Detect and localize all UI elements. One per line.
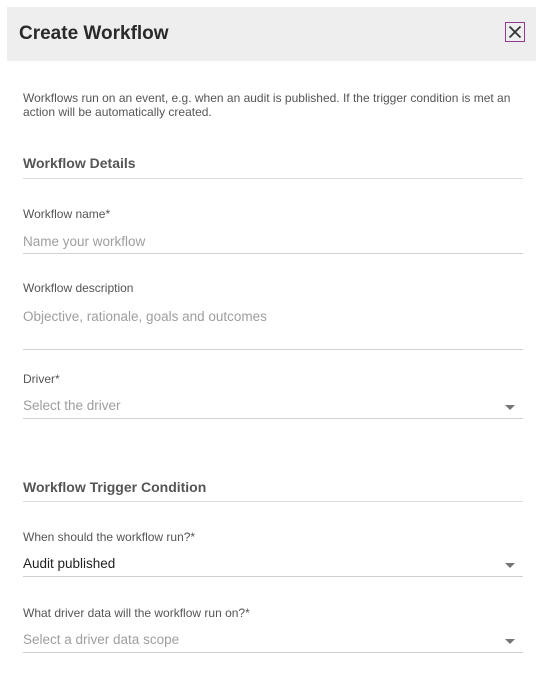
driver-data-select[interactable]: Select a driver data scope: [23, 630, 523, 652]
dialog-title: Create Workflow: [19, 23, 169, 44]
section-title-workflow-details: Workflow Details: [23, 155, 136, 171]
driver-data-label: What driver data will the workflow run o…: [23, 606, 250, 620]
when-run-underline: [23, 576, 523, 577]
driver-select[interactable]: Select the driver: [23, 396, 523, 418]
driver-placeholder: Select the driver: [23, 398, 121, 413]
chevron-down-icon[interactable]: [505, 563, 515, 568]
chevron-down-icon[interactable]: [505, 405, 515, 410]
section-divider: [23, 501, 523, 502]
when-run-label: When should the workflow run?*: [23, 530, 196, 544]
section-title-trigger-condition: Workflow Trigger Condition: [23, 479, 207, 495]
close-button[interactable]: [505, 22, 525, 42]
dialog-header: Create Workflow: [7, 7, 536, 61]
workflow-description-label: Workflow description: [23, 281, 134, 295]
intro-text: Workflows run on an event, e.g. when an …: [23, 91, 511, 119]
driver-data-placeholder: Select a driver data scope: [23, 632, 180, 647]
chevron-down-icon[interactable]: [505, 639, 515, 644]
workflow-description-input[interactable]: [23, 307, 493, 325]
create-workflow-dialog: Create Workflow Workflows run on an even…: [0, 0, 536, 678]
workflow-name-label: Workflow name*: [23, 207, 111, 221]
driver-label: Driver*: [23, 372, 60, 386]
driver-data-underline: [23, 652, 523, 653]
when-run-value: Audit published: [23, 556, 116, 571]
workflow-description-underline: [23, 349, 523, 350]
workflow-name-input[interactable]: [23, 232, 493, 250]
close-icon: [508, 25, 522, 39]
section-divider: [23, 178, 523, 179]
workflow-name-underline: [23, 253, 523, 254]
when-run-select[interactable]: Audit published: [23, 554, 523, 576]
driver-underline: [23, 418, 523, 419]
